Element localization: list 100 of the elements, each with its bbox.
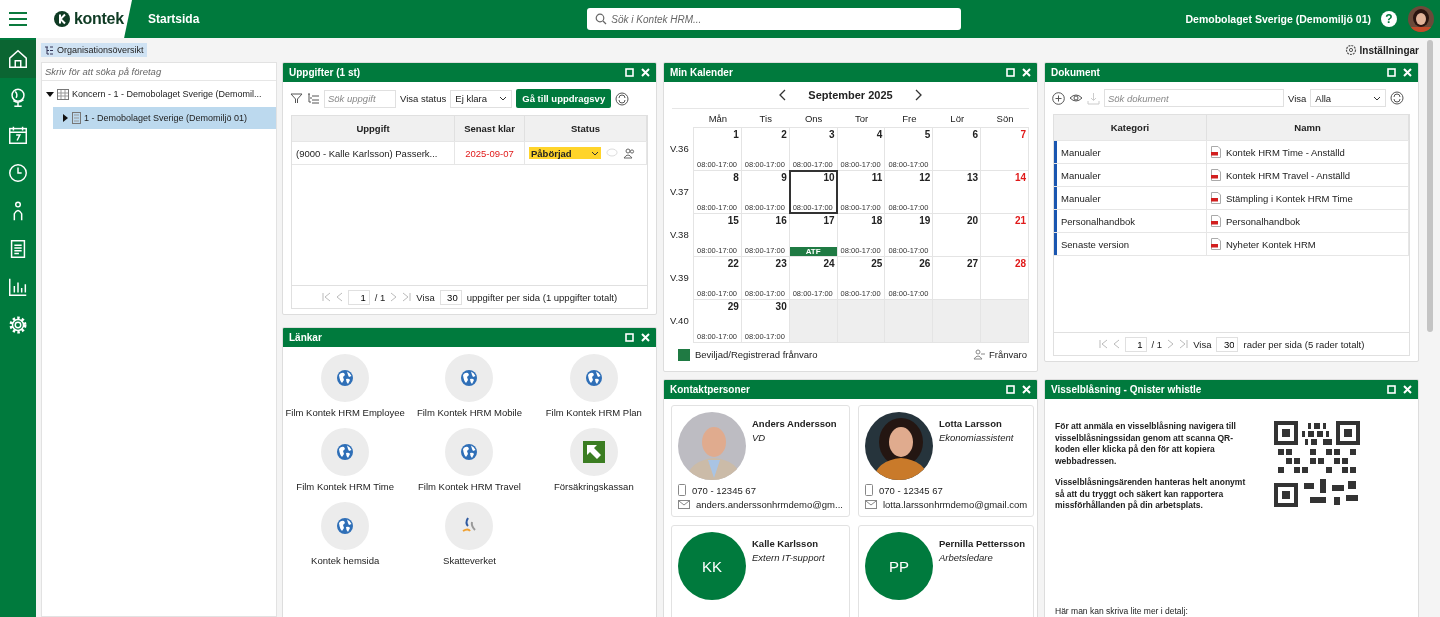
day-number: 14 xyxy=(1014,172,1026,183)
gear-icon[interactable] xyxy=(7,314,29,336)
absence-event[interactable]: ATF xyxy=(789,247,837,256)
day-cell[interactable]: 17 ATF xyxy=(788,213,838,257)
initials-avatar: PP xyxy=(864,532,933,600)
settings-link[interactable]: Inställningar xyxy=(1344,44,1419,56)
document-link[interactable]: Kontek HRM Time - Anställd xyxy=(1226,146,1345,158)
link-button[interactable] xyxy=(445,428,494,476)
status-dropdown[interactable]: Påbörjad xyxy=(529,147,601,159)
maximize-icon[interactable] xyxy=(625,333,634,342)
column-header[interactable]: Uppgift xyxy=(292,116,455,141)
eye-icon[interactable] xyxy=(1069,93,1083,103)
link-button[interactable] xyxy=(445,354,494,402)
link-label[interactable]: Film Kontek HRM Travel xyxy=(418,481,521,492)
scrollbar[interactable] xyxy=(1426,40,1433,332)
search-field[interactable]: Sök uppgift xyxy=(324,89,396,108)
task-view-button[interactable]: Gå till uppdragsvy xyxy=(516,89,612,108)
refresh-icon[interactable] xyxy=(615,91,630,106)
page-size-field[interactable]: 30 xyxy=(1216,336,1239,352)
link-label[interactable]: Film Kontek HRM Time xyxy=(296,481,394,492)
search-icon xyxy=(595,13,608,25)
day-number: 10 xyxy=(823,172,835,183)
qr-code-icon[interactable] xyxy=(1274,421,1360,507)
link-label[interactable]: Kontek hemsida xyxy=(311,555,380,566)
close-icon[interactable] xyxy=(1403,385,1412,394)
link-label[interactable]: Film Kontek HRM Plan xyxy=(545,407,642,418)
tree-item[interactable]: 1 - Demobolaget Sverige (Demomiljö 01) xyxy=(53,107,276,129)
add-icon[interactable] xyxy=(1052,91,1065,105)
link-button[interactable] xyxy=(569,354,618,402)
clock-icon[interactable] xyxy=(7,162,29,184)
link-button[interactable] xyxy=(321,502,370,550)
link-label[interactable]: Skatteverket xyxy=(443,555,496,566)
org-overview-tab[interactable]: Organisationsöversikt xyxy=(41,43,147,57)
calendar-icon[interactable] xyxy=(7,124,29,146)
day-number: 29 xyxy=(727,301,739,312)
maximize-icon[interactable] xyxy=(1006,385,1015,394)
chevron-icon xyxy=(1373,95,1382,101)
search-field[interactable]: Sök dokument xyxy=(1104,89,1284,107)
expand-arrow-icon[interactable] xyxy=(61,114,69,122)
status-dropdown[interactable]: Ej klara xyxy=(450,89,513,108)
next-month-icon[interactable] xyxy=(914,89,923,101)
page-field[interactable]: 1 xyxy=(347,289,370,305)
day-number: 11 xyxy=(871,172,883,183)
panel-title: Dokument xyxy=(1051,67,1100,78)
column-header[interactable]: Senast klar xyxy=(455,116,525,141)
column-header[interactable]: Kategori xyxy=(1054,115,1207,140)
maximize-icon[interactable] xyxy=(1387,385,1396,394)
search-field[interactable]: Sök i Kontek HRM... xyxy=(587,8,962,30)
column-header[interactable]: Status xyxy=(525,116,647,141)
maximize-icon[interactable] xyxy=(1387,68,1396,77)
home-icon[interactable] xyxy=(7,48,29,70)
day-number: 1 xyxy=(733,129,739,140)
absence-link[interactable]: Frånvaro xyxy=(973,349,1027,360)
close-icon[interactable] xyxy=(641,333,650,342)
expand-arrow-icon[interactable] xyxy=(46,90,54,98)
menu-icon[interactable] xyxy=(8,11,28,27)
weekday-label: Fre xyxy=(901,112,918,124)
contact-phone: 070 - 12345 67 xyxy=(878,484,943,496)
maximize-icon[interactable] xyxy=(1006,68,1015,77)
filter-icon[interactable] xyxy=(290,92,303,105)
document-link[interactable]: Nyheter Kontek HRM xyxy=(1226,238,1316,250)
page-size-field[interactable]: 30 xyxy=(439,289,462,305)
gear-icon xyxy=(1344,44,1357,56)
close-icon[interactable] xyxy=(1403,68,1412,77)
help-button[interactable]: ? xyxy=(1381,11,1397,27)
filter-dropdown[interactable]: Alla xyxy=(1310,89,1387,107)
day-cell[interactable]: 7 xyxy=(980,127,1029,171)
link-button[interactable] xyxy=(569,428,618,476)
table-cell: Manualer xyxy=(1054,141,1207,163)
home-nav-item[interactable] xyxy=(0,40,36,78)
pdf-icon xyxy=(1211,238,1221,250)
column-header[interactable]: Namn xyxy=(1207,115,1409,140)
contact-email[interactable]: anders.anderssonhrmdemo@gm... xyxy=(696,499,843,510)
link-button[interactable] xyxy=(321,354,370,402)
page-field[interactable]: 1 xyxy=(1124,336,1147,352)
link-label[interactable]: Försäkringskassan xyxy=(553,481,634,492)
info-paragraph: Visselblåsningsärenden hanteras helt anonymt så att du tryggt och säkert kan rapportera missförhållanden på din arbetsplats. xyxy=(1055,477,1247,512)
previous-month-icon[interactable] xyxy=(778,89,787,101)
day-number: 12 xyxy=(919,172,931,183)
close-icon[interactable] xyxy=(1022,385,1031,394)
document-link[interactable]: Kontek HRM Travel - Anställd xyxy=(1226,169,1351,181)
close-icon[interactable] xyxy=(1022,68,1031,77)
close-icon[interactable] xyxy=(641,68,650,77)
link-label[interactable]: Film Kontek HRM Employee xyxy=(285,407,405,418)
day-number: 24 xyxy=(823,258,835,269)
people-icon[interactable] xyxy=(623,147,636,159)
tree-item[interactable]: Koncern - 1 - Demobolaget Sverige (Demomil... xyxy=(72,89,262,99)
refresh-icon[interactable] xyxy=(1390,91,1405,105)
table-cell: Personalhandbok xyxy=(1054,210,1207,232)
contact-name: Pernilla Pettersson xyxy=(938,538,1025,549)
document-link[interactable]: Stämpling i Kontek HRM Time xyxy=(1226,192,1353,204)
link-label[interactable]: Film Kontek HRM Mobile xyxy=(416,407,522,418)
document-link[interactable]: Personalhandbok xyxy=(1226,215,1300,227)
link-button[interactable] xyxy=(321,428,370,476)
contact-email[interactable]: lotta.larssonhrmdemo@gmail.com xyxy=(882,499,1028,510)
tree-item-label: 1 - Demobolaget Sverige (Demomiljö 01) xyxy=(84,113,248,123)
chart-icon[interactable] xyxy=(7,276,29,298)
pager-summary: rader per sida (5 rader totalt) xyxy=(1243,338,1365,350)
page-title: Startsida xyxy=(148,12,200,26)
maximize-icon[interactable] xyxy=(625,68,634,77)
